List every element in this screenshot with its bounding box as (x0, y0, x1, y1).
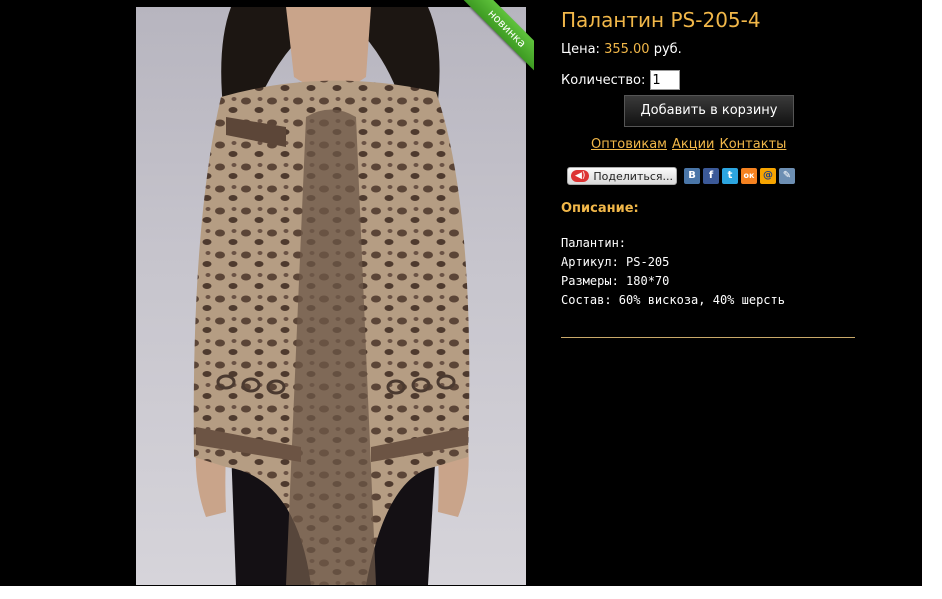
odnoklassniki-icon[interactable]: ок (741, 168, 757, 184)
product-photo[interactable] (136, 7, 526, 585)
divider (561, 337, 855, 338)
link-contacts[interactable]: Контакты (720, 137, 787, 152)
new-badge: новинка (462, 0, 534, 72)
price-row: Цена: 355.00 руб. (561, 42, 682, 57)
vkontakte-icon[interactable]: В (684, 168, 700, 184)
info-links: Оптовикам Акции Контакты (591, 137, 791, 152)
share-bar: ◀) Поделиться... В f t ок @ ✎ (567, 167, 795, 185)
description-body: Палантин: Артикул: PS-205 Размеры: 180*7… (561, 234, 785, 310)
price-currency: руб. (653, 42, 682, 57)
description-line: Размеры: 180*70 (561, 274, 670, 288)
new-badge-label: новинка (462, 0, 534, 72)
twitter-icon[interactable]: t (722, 168, 738, 184)
product-title: Палантин PS-205-4 (561, 8, 761, 32)
price-label: Цена: (561, 42, 600, 57)
add-to-cart-button[interactable]: Добавить в корзину (624, 95, 794, 127)
link-promotions[interactable]: Акции (672, 137, 715, 152)
facebook-icon[interactable]: f (703, 168, 719, 184)
quantity-input[interactable] (650, 70, 681, 90)
description-line: Палантин: (561, 236, 627, 250)
quantity-row: Количество: (561, 70, 681, 90)
scarf-image (193, 7, 470, 585)
description-heading: Описание: (561, 201, 639, 216)
price-value: 355.00 (604, 42, 650, 57)
livejournal-icon[interactable]: ✎ (779, 168, 795, 184)
page-stage: новинка Палантин PS-205-4 Цена: 355.00 р… (0, 0, 922, 586)
description-line: Артикул: PS-205 (561, 255, 670, 269)
share-button[interactable]: ◀) Поделиться... (567, 167, 677, 185)
share-label: Поделиться... (593, 169, 673, 183)
description-line: Состав: 60% вискоза, 40% шерсть (561, 293, 785, 307)
speaker-icon: ◀) (571, 170, 590, 182)
link-wholesale[interactable]: Оптовикам (591, 137, 667, 152)
quantity-label: Количество: (561, 72, 646, 88)
mailru-icon[interactable]: @ (760, 168, 776, 184)
